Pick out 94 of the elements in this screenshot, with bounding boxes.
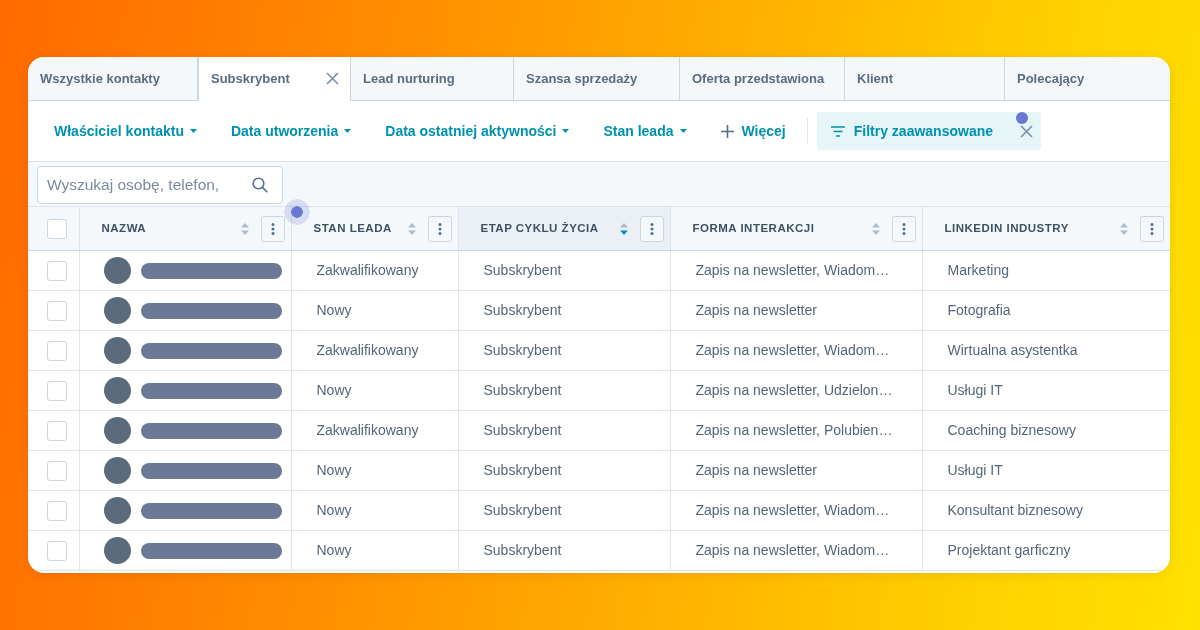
table-cell: Zapis na newsletter, Wiadom… xyxy=(670,490,922,531)
table-cell: Subskrybent xyxy=(458,410,670,451)
caret-icon xyxy=(679,129,687,133)
row-checkbox[interactable] xyxy=(47,340,67,361)
table-cell: Zapis na newsletter, Wiadom… xyxy=(670,530,922,571)
table-cell: Zapis na newsletter, Polubien… xyxy=(670,410,922,451)
filter-dropdown[interactable]: Stan leada xyxy=(603,120,687,142)
tab[interactable]: Oferta przedstawiona xyxy=(680,57,845,101)
table-cell: Nowy xyxy=(291,290,458,331)
sort-icon[interactable] xyxy=(407,221,416,236)
table-cell: Marketing xyxy=(922,250,1170,291)
table-cell: Zapis na newsletter, Udzielon… xyxy=(670,370,922,411)
tab[interactable]: Wszystkie kontakty xyxy=(28,57,198,101)
caret-icon xyxy=(562,129,570,133)
table-cell: Subskrybent xyxy=(458,250,670,291)
kebab-icon xyxy=(1149,222,1154,235)
sort-icon[interactable] xyxy=(240,221,249,236)
table-cell: Zakwalifikowany xyxy=(291,410,458,451)
table-cell: Projektant garficzny xyxy=(922,530,1170,571)
tab[interactable]: Lead nurturing xyxy=(351,57,514,101)
row-checkbox[interactable] xyxy=(47,260,67,281)
close-icon[interactable] xyxy=(326,72,339,85)
avatar-icon xyxy=(103,297,131,324)
table-cell: Zapis na newsletter xyxy=(670,450,922,491)
table-cell: Nowy xyxy=(291,450,458,491)
row-checkbox[interactable] xyxy=(47,500,67,521)
search-field[interactable]: Wyszukaj osobę, telefon, xyxy=(37,166,283,204)
sort-icon[interactable] xyxy=(871,221,880,236)
tab[interactable]: Polecający xyxy=(1005,57,1170,101)
table-cell: Zakwalifikowany xyxy=(291,330,458,371)
column-header[interactable]: FORMA INTERAKCJI xyxy=(692,219,872,238)
table-cell: Zapis na newsletter, Wiadom… xyxy=(670,250,922,291)
table-cell: Coaching biznesowy xyxy=(922,410,1170,451)
column-menu-button[interactable] xyxy=(891,215,916,242)
filter-dropdown[interactable]: Data ostatniej aktywności xyxy=(385,120,570,142)
table-cell: Usługi IT xyxy=(922,370,1170,411)
caret-icon xyxy=(344,129,352,133)
close-icon[interactable] xyxy=(1019,124,1033,138)
row-checkbox[interactable] xyxy=(47,380,67,401)
table-cell: Zapis na newsletter, Wiadom… xyxy=(670,330,922,371)
table-cell: Subskrybent xyxy=(458,370,670,411)
more-filters-button[interactable]: Więcej xyxy=(720,120,786,142)
row-checkbox[interactable] xyxy=(47,540,67,561)
table-cell: Fotografia xyxy=(922,290,1170,331)
column-menu-button[interactable] xyxy=(427,215,452,242)
column-header[interactable]: LINKEDIN INDUSTRY xyxy=(944,219,1120,238)
search-icon[interactable] xyxy=(252,177,268,193)
avatar-icon xyxy=(103,417,131,444)
filter-icon xyxy=(830,125,845,137)
tab[interactable]: Subskrybent xyxy=(198,57,351,101)
table-cell: Nowy xyxy=(291,490,458,531)
row-checkbox[interactable] xyxy=(47,300,67,321)
table-cell: Zapis na newsletter xyxy=(670,290,922,331)
table-cell: Subskrybent xyxy=(458,330,670,371)
kebab-icon xyxy=(270,222,275,235)
kebab-icon xyxy=(437,222,442,235)
avatar-icon xyxy=(103,257,131,284)
table-cell: Usługi IT xyxy=(922,450,1170,491)
select-all-checkbox[interactable] xyxy=(47,218,67,239)
avatar-icon xyxy=(103,337,131,364)
table-cell: Wirtualna asystentka xyxy=(922,330,1170,371)
table-cell: Konsultant biznesowy xyxy=(922,490,1170,531)
sort-icon[interactable] xyxy=(1119,221,1128,236)
table-cell: Nowy xyxy=(291,530,458,571)
column-menu-button[interactable] xyxy=(260,215,285,242)
row-checkbox[interactable] xyxy=(47,420,67,441)
table-cell: Nowy xyxy=(291,370,458,411)
tab[interactable]: Szansa sprzedaży xyxy=(514,57,680,101)
sort-icon[interactable] xyxy=(619,221,628,236)
avatar-icon xyxy=(103,457,131,484)
kebab-icon xyxy=(901,222,906,235)
beacon-dot-icon xyxy=(1015,112,1028,124)
avatar-icon xyxy=(103,537,131,564)
column-menu-button[interactable] xyxy=(639,215,664,242)
table-cell: Subskrybent xyxy=(458,490,670,531)
kebab-icon xyxy=(649,222,654,235)
filter-dropdown[interactable]: Data utworzenia xyxy=(230,120,352,142)
column-header[interactable]: ETAP CYKLU ŻYCIA xyxy=(480,219,620,238)
column-menu-button[interactable] xyxy=(1139,215,1164,242)
column-header[interactable]: STAN LEADA xyxy=(313,219,408,238)
avatar-icon xyxy=(103,497,131,524)
tab[interactable]: Klient xyxy=(845,57,1005,101)
beacon-dot-icon xyxy=(284,199,310,225)
plus-icon xyxy=(720,124,734,138)
avatar-icon xyxy=(103,377,131,404)
caret-icon xyxy=(189,129,197,133)
table-cell: Subskrybent xyxy=(458,450,670,491)
advanced-filters-button[interactable]: Filtry zaawansowane xyxy=(830,120,993,142)
row-checkbox[interactable] xyxy=(47,460,67,481)
table-cell: Subskrybent xyxy=(458,530,670,571)
table-cell: Zakwalifikowany xyxy=(291,250,458,291)
column-header[interactable]: NAZWA xyxy=(101,219,241,238)
filter-dropdown[interactable]: Właściciel kontaktu xyxy=(54,120,197,142)
table-cell: Subskrybent xyxy=(458,290,670,331)
